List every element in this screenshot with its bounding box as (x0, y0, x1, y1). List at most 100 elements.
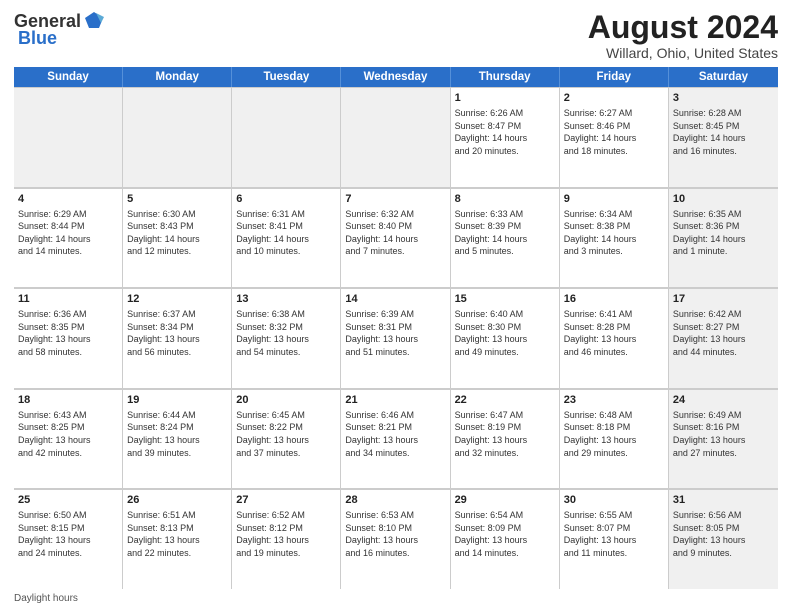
day-info-20: Sunrise: 6:45 AM Sunset: 8:22 PM Dayligh… (236, 409, 336, 459)
week-row-3: 11Sunrise: 6:36 AM Sunset: 8:35 PM Dayli… (14, 288, 778, 389)
day-info-6: Sunrise: 6:31 AM Sunset: 8:41 PM Dayligh… (236, 208, 336, 258)
day-info-15: Sunrise: 6:40 AM Sunset: 8:30 PM Dayligh… (455, 308, 555, 358)
day-cell-26: 26Sunrise: 6:51 AM Sunset: 8:13 PM Dayli… (123, 489, 232, 589)
day-info-2: Sunrise: 6:27 AM Sunset: 8:46 PM Dayligh… (564, 107, 664, 157)
day-info-16: Sunrise: 6:41 AM Sunset: 8:28 PM Dayligh… (564, 308, 664, 358)
day-cell-8: 8Sunrise: 6:33 AM Sunset: 8:39 PM Daylig… (451, 188, 560, 288)
location: Willard, Ohio, United States (588, 45, 778, 61)
day-cell-13: 13Sunrise: 6:38 AM Sunset: 8:32 PM Dayli… (232, 288, 341, 388)
day-info-23: Sunrise: 6:48 AM Sunset: 8:18 PM Dayligh… (564, 409, 664, 459)
empty-cell-0-1 (123, 87, 232, 187)
day-cell-15: 15Sunrise: 6:40 AM Sunset: 8:30 PM Dayli… (451, 288, 560, 388)
day-number-4: 4 (18, 192, 118, 207)
empty-cell-0-0 (14, 87, 123, 187)
day-info-13: Sunrise: 6:38 AM Sunset: 8:32 PM Dayligh… (236, 308, 336, 358)
day-cell-12: 12Sunrise: 6:37 AM Sunset: 8:34 PM Dayli… (123, 288, 232, 388)
day-info-9: Sunrise: 6:34 AM Sunset: 8:38 PM Dayligh… (564, 208, 664, 258)
day-cell-11: 11Sunrise: 6:36 AM Sunset: 8:35 PM Dayli… (14, 288, 123, 388)
day-info-26: Sunrise: 6:51 AM Sunset: 8:13 PM Dayligh… (127, 509, 227, 559)
day-number-14: 14 (345, 292, 445, 307)
day-info-31: Sunrise: 6:56 AM Sunset: 8:05 PM Dayligh… (673, 509, 774, 559)
footer-note: Daylight hours (14, 593, 778, 604)
day-cell-27: 27Sunrise: 6:52 AM Sunset: 8:12 PM Dayli… (232, 489, 341, 589)
day-number-17: 17 (673, 292, 774, 307)
day-number-15: 15 (455, 292, 555, 307)
logo: General Blue (14, 10, 105, 49)
week-row-1: 1Sunrise: 6:26 AM Sunset: 8:47 PM Daylig… (14, 87, 778, 188)
day-info-19: Sunrise: 6:44 AM Sunset: 8:24 PM Dayligh… (127, 409, 227, 459)
calendar-header: SundayMondayTuesdayWednesdayThursdayFrid… (14, 67, 778, 87)
day-info-29: Sunrise: 6:54 AM Sunset: 8:09 PM Dayligh… (455, 509, 555, 559)
header-day-thursday: Thursday (451, 67, 560, 87)
logo-flag-icon (83, 10, 105, 32)
day-info-18: Sunrise: 6:43 AM Sunset: 8:25 PM Dayligh… (18, 409, 118, 459)
day-number-24: 24 (673, 393, 774, 408)
week-row-2: 4Sunrise: 6:29 AM Sunset: 8:44 PM Daylig… (14, 188, 778, 289)
day-cell-9: 9Sunrise: 6:34 AM Sunset: 8:38 PM Daylig… (560, 188, 669, 288)
header-day-monday: Monday (123, 67, 232, 87)
day-info-3: Sunrise: 6:28 AM Sunset: 8:45 PM Dayligh… (673, 107, 774, 157)
page: General Blue August 2024 Willard, Ohio, … (0, 0, 792, 612)
day-info-12: Sunrise: 6:37 AM Sunset: 8:34 PM Dayligh… (127, 308, 227, 358)
empty-cell-0-2 (232, 87, 341, 187)
calendar-body: 1Sunrise: 6:26 AM Sunset: 8:47 PM Daylig… (14, 87, 778, 589)
day-number-13: 13 (236, 292, 336, 307)
day-info-28: Sunrise: 6:53 AM Sunset: 8:10 PM Dayligh… (345, 509, 445, 559)
empty-cell-0-3 (341, 87, 450, 187)
day-cell-29: 29Sunrise: 6:54 AM Sunset: 8:09 PM Dayli… (451, 489, 560, 589)
day-number-26: 26 (127, 493, 227, 508)
day-number-3: 3 (673, 91, 774, 106)
day-number-1: 1 (455, 91, 555, 106)
day-cell-5: 5Sunrise: 6:30 AM Sunset: 8:43 PM Daylig… (123, 188, 232, 288)
day-number-11: 11 (18, 292, 118, 307)
day-info-17: Sunrise: 6:42 AM Sunset: 8:27 PM Dayligh… (673, 308, 774, 358)
day-cell-20: 20Sunrise: 6:45 AM Sunset: 8:22 PM Dayli… (232, 389, 341, 489)
day-number-12: 12 (127, 292, 227, 307)
day-cell-10: 10Sunrise: 6:35 AM Sunset: 8:36 PM Dayli… (669, 188, 778, 288)
header-day-sunday: Sunday (14, 67, 123, 87)
day-number-5: 5 (127, 192, 227, 207)
day-info-7: Sunrise: 6:32 AM Sunset: 8:40 PM Dayligh… (345, 208, 445, 258)
day-cell-2: 2Sunrise: 6:27 AM Sunset: 8:46 PM Daylig… (560, 87, 669, 187)
day-number-2: 2 (564, 91, 664, 106)
day-number-23: 23 (564, 393, 664, 408)
week-row-5: 25Sunrise: 6:50 AM Sunset: 8:15 PM Dayli… (14, 489, 778, 589)
day-cell-19: 19Sunrise: 6:44 AM Sunset: 8:24 PM Dayli… (123, 389, 232, 489)
day-number-19: 19 (127, 393, 227, 408)
calendar: SundayMondayTuesdayWednesdayThursdayFrid… (14, 67, 778, 589)
day-cell-24: 24Sunrise: 6:49 AM Sunset: 8:16 PM Dayli… (669, 389, 778, 489)
day-number-8: 8 (455, 192, 555, 207)
day-number-27: 27 (236, 493, 336, 508)
day-cell-6: 6Sunrise: 6:31 AM Sunset: 8:41 PM Daylig… (232, 188, 341, 288)
day-cell-7: 7Sunrise: 6:32 AM Sunset: 8:40 PM Daylig… (341, 188, 450, 288)
day-number-30: 30 (564, 493, 664, 508)
title-block: August 2024 Willard, Ohio, United States (588, 10, 778, 61)
day-cell-23: 23Sunrise: 6:48 AM Sunset: 8:18 PM Dayli… (560, 389, 669, 489)
day-info-8: Sunrise: 6:33 AM Sunset: 8:39 PM Dayligh… (455, 208, 555, 258)
day-cell-1: 1Sunrise: 6:26 AM Sunset: 8:47 PM Daylig… (451, 87, 560, 187)
day-info-30: Sunrise: 6:55 AM Sunset: 8:07 PM Dayligh… (564, 509, 664, 559)
day-info-1: Sunrise: 6:26 AM Sunset: 8:47 PM Dayligh… (455, 107, 555, 157)
day-number-20: 20 (236, 393, 336, 408)
day-number-29: 29 (455, 493, 555, 508)
day-cell-21: 21Sunrise: 6:46 AM Sunset: 8:21 PM Dayli… (341, 389, 450, 489)
day-info-22: Sunrise: 6:47 AM Sunset: 8:19 PM Dayligh… (455, 409, 555, 459)
month-title: August 2024 (588, 10, 778, 45)
day-info-5: Sunrise: 6:30 AM Sunset: 8:43 PM Dayligh… (127, 208, 227, 258)
day-cell-28: 28Sunrise: 6:53 AM Sunset: 8:10 PM Dayli… (341, 489, 450, 589)
day-cell-30: 30Sunrise: 6:55 AM Sunset: 8:07 PM Dayli… (560, 489, 669, 589)
header-day-tuesday: Tuesday (232, 67, 341, 87)
day-info-4: Sunrise: 6:29 AM Sunset: 8:44 PM Dayligh… (18, 208, 118, 258)
day-info-25: Sunrise: 6:50 AM Sunset: 8:15 PM Dayligh… (18, 509, 118, 559)
day-cell-22: 22Sunrise: 6:47 AM Sunset: 8:19 PM Dayli… (451, 389, 560, 489)
day-info-10: Sunrise: 6:35 AM Sunset: 8:36 PM Dayligh… (673, 208, 774, 258)
day-number-31: 31 (673, 493, 774, 508)
header-day-saturday: Saturday (669, 67, 778, 87)
header-day-wednesday: Wednesday (341, 67, 450, 87)
day-number-18: 18 (18, 393, 118, 408)
header: General Blue August 2024 Willard, Ohio, … (14, 10, 778, 61)
day-number-6: 6 (236, 192, 336, 207)
day-cell-4: 4Sunrise: 6:29 AM Sunset: 8:44 PM Daylig… (14, 188, 123, 288)
day-number-28: 28 (345, 493, 445, 508)
day-number-25: 25 (18, 493, 118, 508)
